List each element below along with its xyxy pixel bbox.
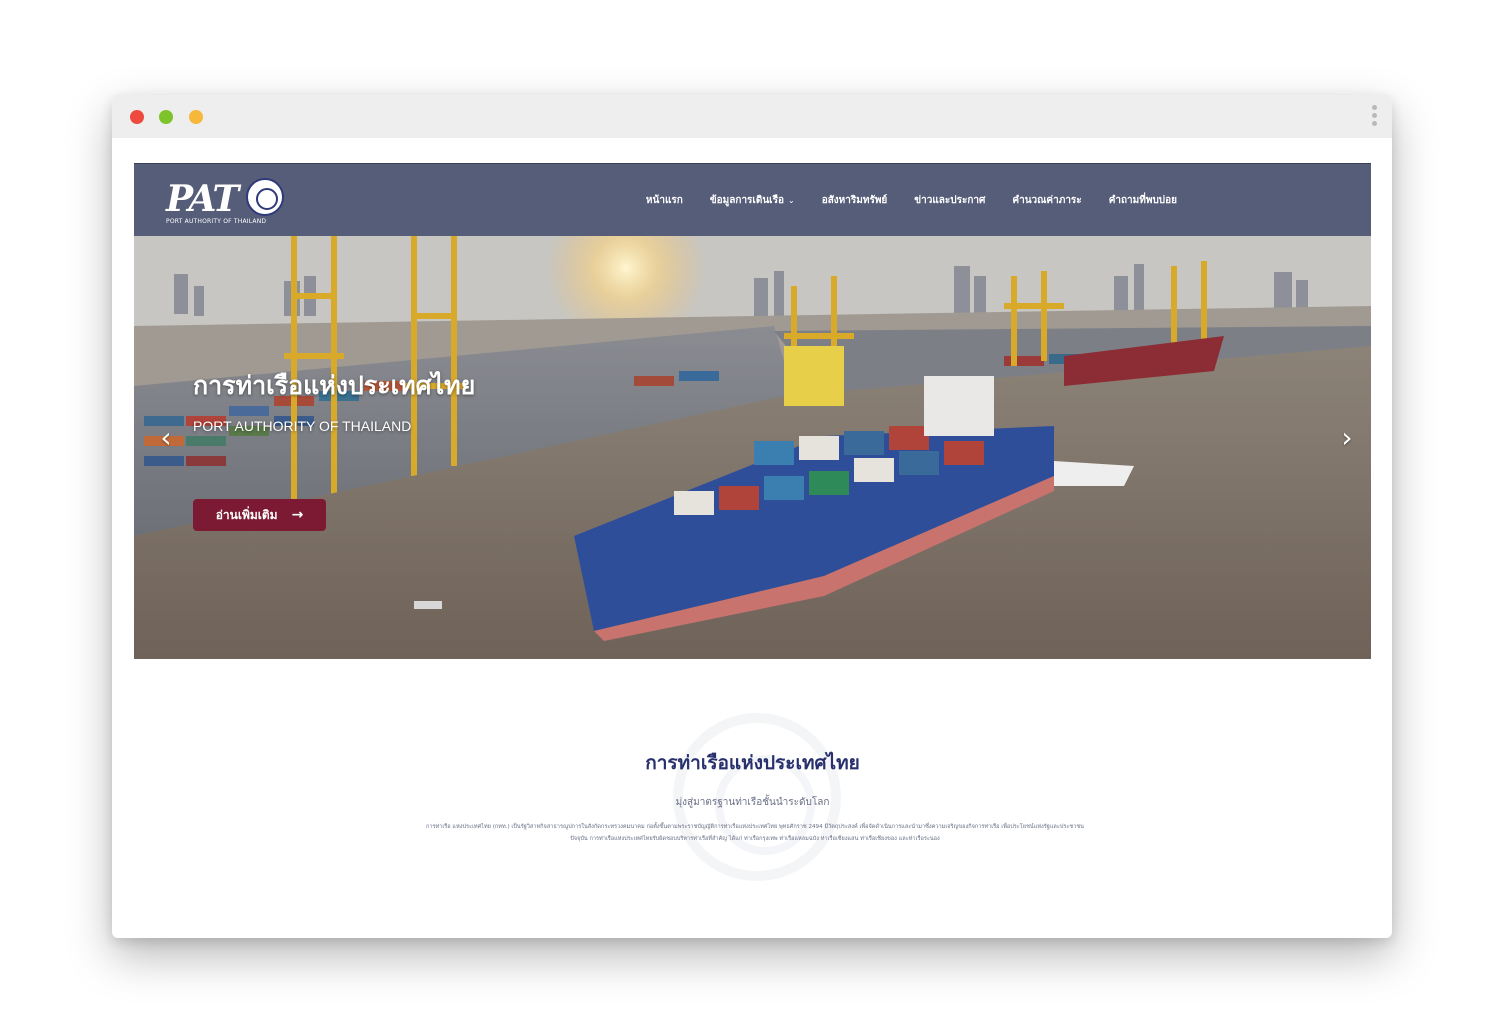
nav-label: ข้อมูลการเดินเรือ (709, 194, 784, 206)
logo-wordmark: PAT (166, 178, 239, 220)
intro-subtitle: มุ่งสู่มาตรฐานท่าเรือชั้นนำระดับโลก (675, 797, 830, 808)
browser-menu-icon[interactable] (1370, 105, 1378, 129)
minimize-window-button[interactable] (159, 110, 173, 124)
nav-item-shipping-info[interactable]: ข้อมูลการเดินเรือ ⌄ (710, 193, 795, 208)
website: PAT PORT AUTHORITY OF THAILAND หน้าแรก ข… (134, 163, 1371, 938)
nav-label: อสังหาริมทรัพย์ (821, 194, 888, 206)
read-more-button[interactable]: อ่านเพิ่มเติม → (193, 499, 326, 531)
intro-title: การท่าเรือแห่งประเทศไทย (645, 752, 860, 774)
nav-item-fee-calculator[interactable]: คำนวณค่าภาระ (1012, 193, 1081, 208)
logo-seal-icon (246, 178, 284, 216)
arrow-right-icon: → (291, 507, 304, 523)
pat-logo[interactable]: PAT PORT AUTHORITY OF THAILAND (166, 176, 286, 226)
hero-port-image (134, 236, 1371, 659)
slider-next-button[interactable]: › (1335, 424, 1359, 452)
nav-item-news[interactable]: ข่าวและประกาศ (914, 193, 985, 208)
hero-title: การท่าเรือแห่งประเทศไทย (193, 371, 476, 400)
nav-item-real-estate[interactable]: อสังหาริมทรัพย์ (822, 193, 888, 208)
intro-paragraph: การท่าเรือ แห่งประเทศไทย (กทท.) เป็นรัฐว… (426, 824, 1084, 842)
hero-slider: การท่าเรือแห่งประเทศไทย PORT AUTHORITY O… (134, 236, 1371, 659)
nav-item-faq[interactable]: คำถามที่พบบ่อย (1109, 193, 1177, 208)
chevron-right-icon: › (1341, 421, 1353, 454)
browser-window: PAT PORT AUTHORITY OF THAILAND หน้าแรก ข… (112, 95, 1392, 938)
chevron-left-icon: ‹ (160, 421, 172, 454)
slider-prev-button[interactable]: ‹ (154, 424, 178, 452)
hero-subtitle: PORT AUTHORITY OF THAILAND (193, 418, 412, 434)
close-window-button[interactable] (130, 110, 144, 124)
nav-label: คำถามที่พบบ่อย (1108, 194, 1177, 206)
intro-section: การท่าเรือแห่งประเทศไทย มุ่งสู่มาตรฐานท่… (134, 659, 1371, 938)
read-more-label: อ่านเพิ่มเติม (215, 507, 278, 522)
nav-label: คำนวณค่าภาระ (1012, 194, 1082, 206)
chevron-down-icon: ⌄ (787, 195, 795, 205)
logo-subtitle: PORT AUTHORITY OF THAILAND (166, 218, 267, 225)
nav-item-home[interactable]: หน้าแรก (646, 193, 683, 208)
main-nav: หน้าแรก ข้อมูลการเดินเรือ ⌄ อสังหาริมทรัพ… (646, 164, 1177, 236)
browser-titlebar (112, 95, 1392, 138)
maximize-window-button[interactable] (189, 110, 203, 124)
site-header: PAT PORT AUTHORITY OF THAILAND หน้าแรก ข… (134, 163, 1371, 236)
nav-label: ข่าวและประกาศ (914, 194, 986, 206)
nav-label: หน้าแรก (645, 194, 683, 206)
